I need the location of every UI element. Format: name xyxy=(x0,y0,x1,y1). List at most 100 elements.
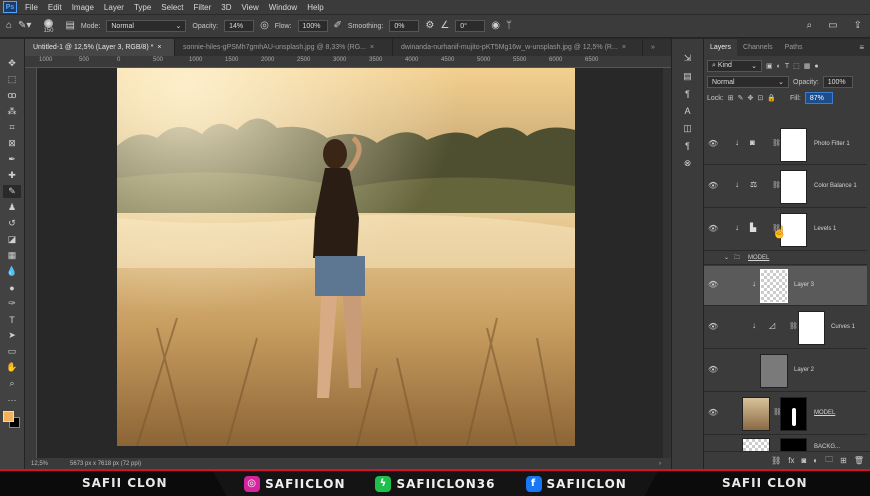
layer-thumbnail[interactable] xyxy=(760,269,788,303)
history-brush-tool-icon[interactable]: ↺ xyxy=(3,217,21,230)
properties-icon[interactable]: ▤ xyxy=(683,71,692,82)
shape-tool-icon[interactable]: ▭ xyxy=(3,345,21,358)
filter-smart-object-icon[interactable]: ▦ xyxy=(804,62,811,70)
layer-name[interactable]: Photo Filter 1 xyxy=(814,141,850,147)
layer-row-layer-3[interactable]: 👁 ↓ Layer 3 xyxy=(704,266,867,306)
gear-icon[interactable]: ⚙ xyxy=(425,21,434,31)
pressure-size-icon[interactable]: ◉ xyxy=(491,21,500,31)
angle-input[interactable]: 0° xyxy=(455,20,486,32)
pressure-opacity-icon[interactable]: ◎ xyxy=(260,21,269,31)
add-mask-icon[interactable]: ◙ xyxy=(801,456,806,465)
new-adjustment-icon[interactable]: ◐ xyxy=(813,456,818,465)
layer-mask-thumbnail[interactable] xyxy=(780,170,807,204)
zoom-level[interactable]: 12,5% xyxy=(31,461,48,467)
visibility-eye-icon[interactable]: 👁 xyxy=(708,224,718,233)
paragraph-icon[interactable]: ¶ xyxy=(685,89,690,99)
gradient-tool-icon[interactable]: ▦ xyxy=(3,249,21,262)
menu-filter[interactable]: Filter xyxy=(189,3,217,12)
share-icon[interactable]: ⇪ xyxy=(854,21,862,31)
delete-layer-icon[interactable]: 🗑 xyxy=(854,456,864,465)
brush-preset-picker[interactable]: 150 xyxy=(37,18,59,34)
layer-name[interactable]: Layer 2 xyxy=(794,367,814,373)
layer-mask-thumbnail[interactable] xyxy=(780,397,807,431)
menu-select[interactable]: Select xyxy=(156,3,188,12)
opacity-input[interactable]: 14% xyxy=(224,20,255,32)
lock-artboard-icon[interactable]: ⊡ xyxy=(757,94,763,102)
layer-row-background[interactable]: BACKG... xyxy=(704,436,867,451)
search-icon[interactable]: ⌕ xyxy=(807,21,813,31)
lock-image-icon[interactable]: ✎ xyxy=(738,94,744,102)
visibility-eye-icon[interactable]: 👁 xyxy=(708,322,718,331)
layer-row-color-balance[interactable]: 👁 ↓ ⚖ ⛓ Color Balance 1 xyxy=(704,166,867,208)
airbrush-icon[interactable]: ✐ xyxy=(334,21,342,31)
link-layers-icon[interactable]: ⛓ xyxy=(771,456,781,465)
visibility-eye-icon[interactable]: 👁 xyxy=(708,139,718,148)
visibility-eye-icon[interactable]: 👁 xyxy=(708,280,718,289)
layer-mask-thumbnail[interactable] xyxy=(780,438,807,451)
menu-view[interactable]: View xyxy=(237,3,264,12)
filter-shape-icon[interactable]: ⬚ xyxy=(793,62,800,70)
color-swatches[interactable] xyxy=(2,409,22,431)
layer-mask-thumbnail[interactable] xyxy=(798,311,825,345)
layer-name[interactable]: Color Balance 1 xyxy=(814,183,857,189)
panel-menu-icon[interactable]: ≡ xyxy=(859,43,864,52)
workspace-icon[interactable]: ▭ xyxy=(828,21,837,31)
filter-kind-select[interactable]: ⌕ Kind ⌄ xyxy=(707,60,762,72)
layer-mask-thumbnail[interactable] xyxy=(780,128,807,162)
healing-brush-tool-icon[interactable]: ✚ xyxy=(3,169,21,182)
tab-sonnie-hiles[interactable]: sonnie-hiles-gPSMh7gmhAU-unsplash.jpg @ … xyxy=(175,39,393,56)
tab-layers[interactable]: Layers xyxy=(704,39,738,56)
visibility-eye-icon[interactable]: 👁 xyxy=(708,181,718,190)
eyedropper-tool-icon[interactable]: ✒ xyxy=(3,153,21,166)
brush-settings-icon[interactable]: ▤ xyxy=(65,21,74,31)
lock-position-icon[interactable]: ✥ xyxy=(747,94,753,102)
glyphs-icon[interactable]: ⊗ xyxy=(684,158,692,169)
layer-name[interactable]: Curves 1 xyxy=(831,324,855,330)
zoom-tool-icon[interactable]: ⌕ xyxy=(3,377,21,390)
layer-name[interactable]: Levels 1 xyxy=(814,226,836,232)
layer-name[interactable]: MODEL xyxy=(814,410,835,416)
clone-stamp-tool-icon[interactable]: ♟ xyxy=(3,201,21,214)
menu-type[interactable]: Type xyxy=(129,3,156,12)
blend-mode-select[interactable]: Normal ⌄ xyxy=(707,76,789,88)
history-icon[interactable]: ⇲ xyxy=(684,53,692,64)
layer-name[interactable]: BACKG... xyxy=(814,444,840,450)
adjustments-icon[interactable]: ◫ xyxy=(683,123,692,134)
mode-select[interactable]: Normal ⌄ xyxy=(106,20,187,32)
link-icon[interactable]: ⛓ xyxy=(789,322,798,330)
group-row-model[interactable]: ⌄ 🗀 MODEL xyxy=(704,252,867,265)
layer-row-photo-filter[interactable]: 👁 ↓ ◙ ⛓ Photo Filter 1 xyxy=(704,125,867,165)
layer-thumbnail[interactable] xyxy=(742,438,770,451)
flow-input[interactable]: 100% xyxy=(297,20,328,32)
menu-3d[interactable]: 3D xyxy=(216,3,236,12)
smoothing-input[interactable]: 0% xyxy=(389,20,420,32)
type-tool-icon[interactable]: T xyxy=(3,313,21,326)
tab-channels[interactable]: Channels xyxy=(737,39,779,56)
tabs-overflow-button[interactable]: » xyxy=(643,39,671,56)
filter-adjustment-icon[interactable]: ◐ xyxy=(777,63,781,70)
new-layer-icon[interactable]: ⊞ xyxy=(840,456,847,465)
path-select-tool-icon[interactable]: ➤ xyxy=(3,329,21,342)
layer-name[interactable]: MODEL xyxy=(748,255,769,261)
character-icon[interactable]: A xyxy=(684,106,690,116)
pen-tool-icon[interactable]: ✑ xyxy=(3,297,21,310)
tab-dwinanda-nurhanif[interactable]: dwinanda-nurhanif-mujito-pKT5Mg16w_w-uns… xyxy=(393,39,643,56)
filter-type-icon[interactable]: T xyxy=(785,63,789,70)
menu-help[interactable]: Help xyxy=(302,3,328,12)
close-icon[interactable]: × xyxy=(370,44,374,51)
layer-row-model[interactable]: 👁 ⛓ MODEL xyxy=(704,393,867,435)
filter-pixel-icon[interactable]: ▣ xyxy=(766,62,773,70)
expand-arrow-icon[interactable]: ⌄ xyxy=(724,254,729,261)
visibility-eye-icon[interactable]: 👁 xyxy=(708,365,718,374)
home-icon[interactable]: ⌂ xyxy=(6,21,12,31)
blur-tool-icon[interactable]: 💧 xyxy=(3,265,21,278)
filter-toggle-icon[interactable]: ● xyxy=(814,63,818,70)
menu-edit[interactable]: Edit xyxy=(43,3,67,12)
layer-thumbnail[interactable] xyxy=(760,354,788,388)
layer-row-curves[interactable]: 👁 ↓ ◿ ⛓ Curves 1 xyxy=(704,307,867,349)
tab-paths[interactable]: Paths xyxy=(779,39,809,56)
visibility-eye-icon[interactable]: 👁 xyxy=(708,408,718,417)
move-tool-icon[interactable]: ✥ xyxy=(3,57,21,70)
lock-transparent-icon[interactable]: ⊞ xyxy=(728,94,734,102)
layer-name[interactable]: Layer 3 xyxy=(794,282,814,288)
